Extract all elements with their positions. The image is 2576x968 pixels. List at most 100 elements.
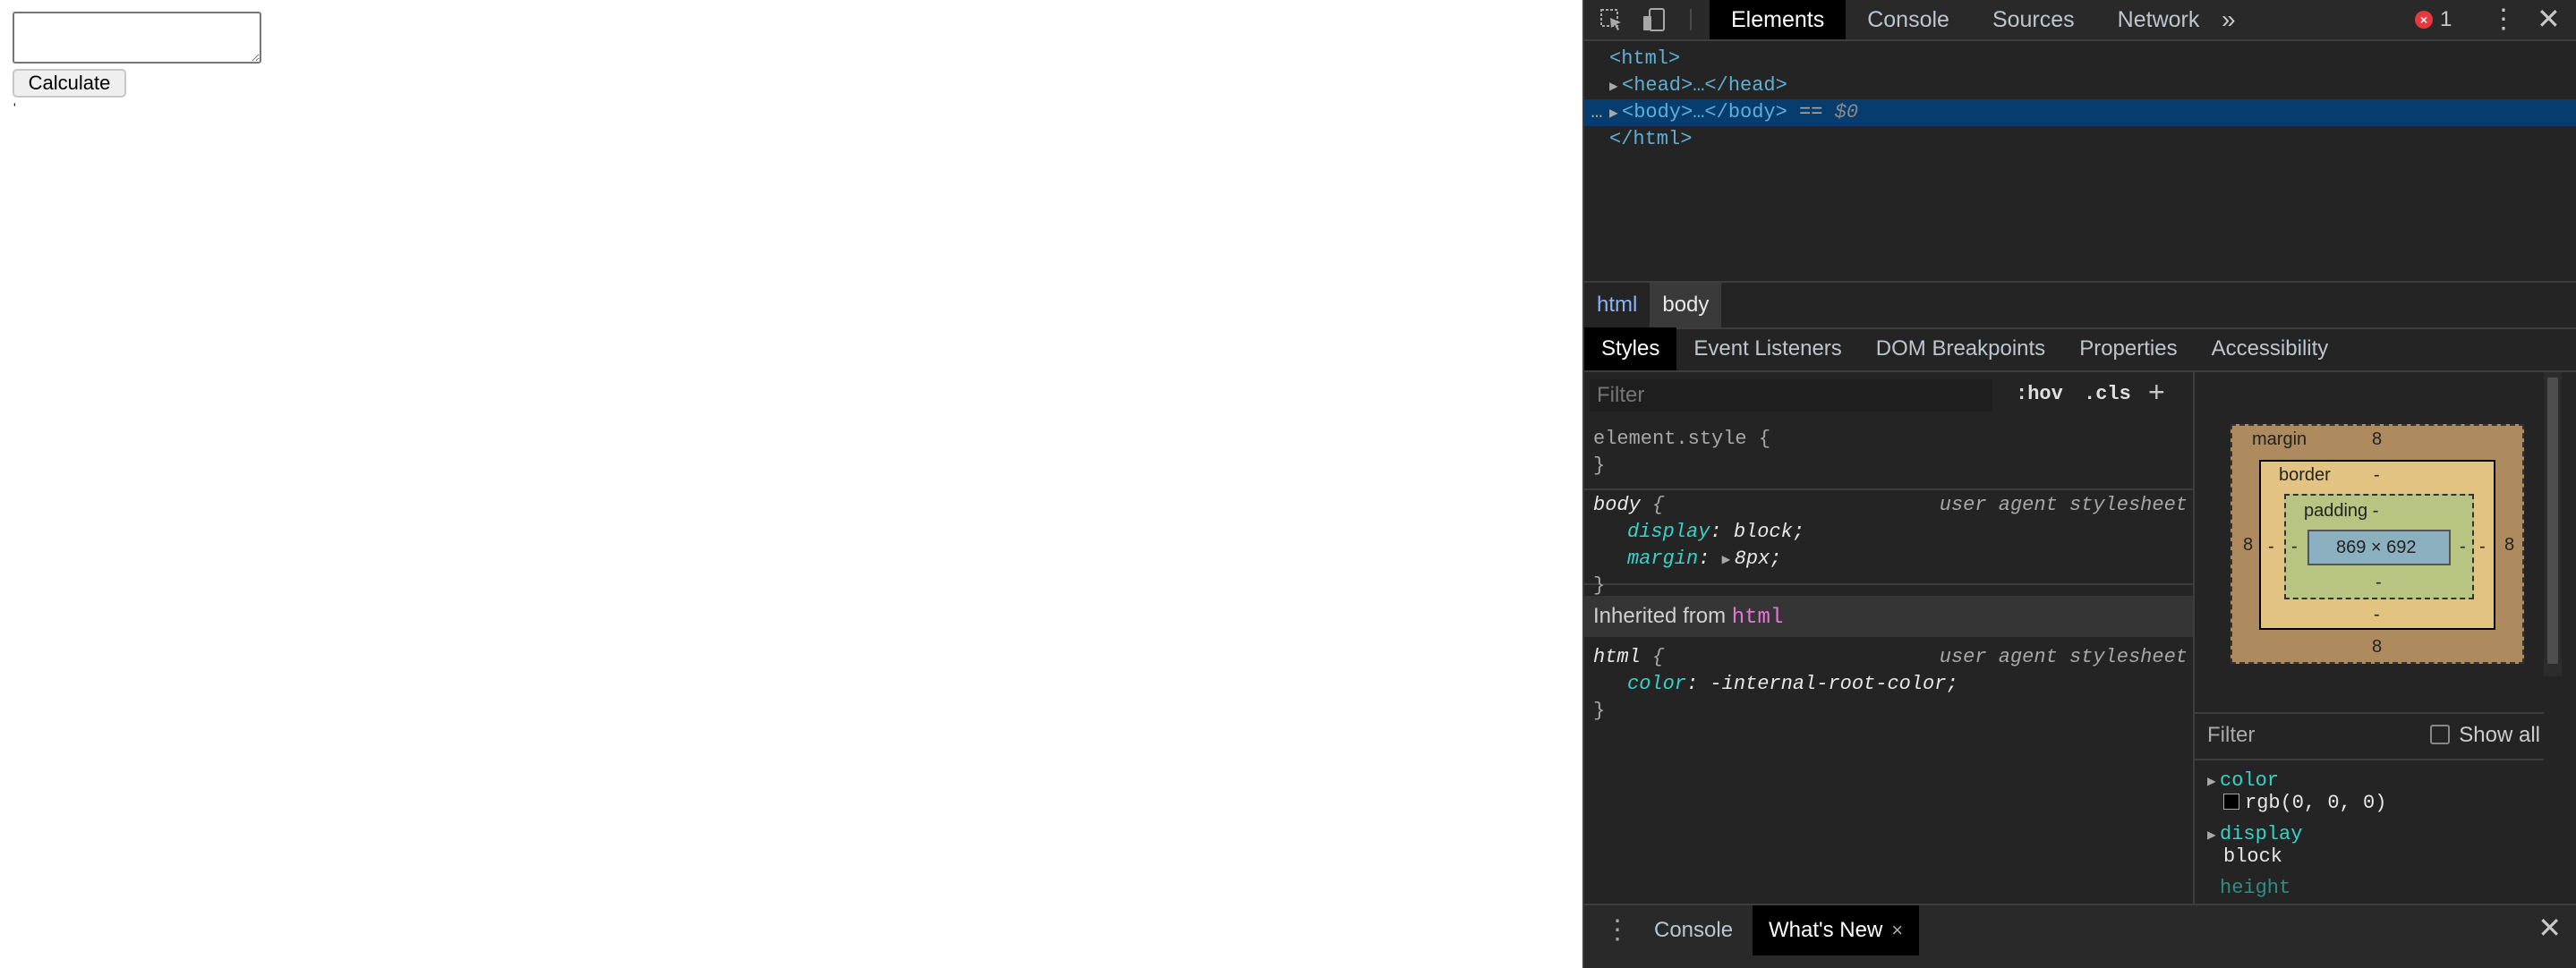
show-all-label: Show all (2459, 723, 2540, 747)
rule-close: } (1593, 454, 1606, 477)
styles-filter-input[interactable] (1590, 379, 1992, 412)
drawer-tab-label: What's New (1769, 918, 1883, 942)
dom-node-html-close[interactable]: </html> (1584, 126, 2576, 153)
error-count[interactable]: 1 (2440, 7, 2452, 32)
rule-selector[interactable]: body (1593, 494, 1641, 516)
inspect-element-icon[interactable] (1599, 7, 1624, 32)
computed-pane: margin 8 8 8 8 border - - - - padding - … (2193, 372, 2562, 904)
checkbox-icon[interactable] (2430, 725, 2451, 744)
computed-filter[interactable]: Filter Show all (2195, 712, 2544, 760)
box-model-content[interactable]: 869 × 692 (2307, 530, 2451, 565)
dom-tree: <html> ▶ <head>…</head> … ▶ <body>…</body> … (1584, 43, 2576, 279)
style-property[interactable]: display: block; (1584, 519, 2193, 546)
calculate-button[interactable]: Calculate (13, 69, 126, 98)
style-property[interactable]: margin: ▶ 8px; (1584, 546, 2193, 573)
input-textarea[interactable] (13, 12, 261, 64)
content-size-value[interactable]: 869 × 692 (2336, 538, 2417, 558)
show-all-checkbox[interactable]: Show all (2430, 723, 2540, 748)
rule-selector[interactable]: html (1593, 646, 1641, 668)
cls-toggle[interactable]: .cls (2084, 383, 2131, 405)
padding-left-value[interactable]: - (2291, 537, 2298, 557)
rule-close: } (1593, 700, 1606, 722)
tab-console[interactable]: Console (1846, 0, 1971, 39)
scrollbar-thumb[interactable] (2547, 378, 2558, 664)
result-output: ' (13, 100, 16, 115)
html-rule: html {user agent stylesheet color: -inte… (1584, 639, 2193, 726)
rule-open: { (1640, 494, 1665, 516)
devtools-toolbar: Elements Console Sources Network » × 1 ⋮… (1584, 0, 2576, 41)
close-tab-icon[interactable]: × (1882, 919, 1903, 941)
elements-subtabs: Styles Event Listeners DOM Breakpoints P… (1584, 327, 2576, 372)
tab-sources[interactable]: Sources (1971, 0, 2096, 39)
style-property[interactable]: color: -internal-root-color; (1584, 671, 2193, 698)
tab-network[interactable]: Network (2096, 0, 2222, 39)
padding-label: padding - (2304, 501, 2379, 521)
computed-property[interactable]: ▶ display block (2207, 823, 2302, 868)
margin-right-value[interactable]: 8 (2504, 535, 2514, 556)
border-left-value[interactable]: - (2268, 537, 2274, 557)
color-swatch[interactable] (2223, 794, 2239, 810)
new-rule-icon[interactable]: + (2148, 376, 2165, 409)
close-devtools-icon[interactable]: ✕ (2537, 2, 2561, 36)
computed-property[interactable]: ▶ color rgb(0, 0, 0) (2207, 769, 2386, 814)
breadcrumb-html[interactable]: html (1584, 283, 1650, 327)
computed-scrollbar[interactable] (2544, 372, 2562, 676)
toolbar-separator (1690, 9, 1692, 30)
expand-arrow-icon[interactable]: ▶ (2207, 772, 2220, 790)
expand-arrow-icon[interactable]: ▶ (2207, 826, 2220, 844)
tab-accessibility[interactable]: Accessibility (2195, 327, 2346, 370)
tab-event-listeners[interactable]: Event Listeners (1676, 327, 1858, 370)
border-right-value[interactable]: - (2479, 537, 2486, 557)
computed-filter-input[interactable]: Filter (2207, 723, 2255, 748)
hov-toggle[interactable]: :hov (2016, 383, 2063, 405)
element-style-rule: element.style { } (1584, 420, 2193, 490)
drawer-menu-icon[interactable]: ⋮ (1604, 914, 1631, 946)
margin-bottom-value[interactable]: 8 (2372, 637, 2382, 658)
more-tabs-icon[interactable]: » (2222, 5, 2236, 34)
padding-bottom-value[interactable]: - (2376, 573, 2382, 593)
dom-tag: <head>…</head> (1622, 74, 1787, 97)
error-icon[interactable]: × (2415, 11, 2433, 29)
dom-equals: == (1787, 101, 1835, 123)
inherited-header: Inherited from html (1584, 596, 2193, 637)
rule-source: user agent stylesheet (1939, 494, 2188, 516)
styles-filter[interactable] (1590, 379, 1992, 412)
dom-node-head[interactable]: ▶ <head>…</head> (1584, 72, 2576, 99)
device-toggle-icon[interactable] (1642, 7, 1667, 32)
expand-arrow-icon[interactable]: ▶ (1722, 547, 1735, 573)
box-model-margin[interactable]: margin 8 8 8 8 border - - - - padding - … (2231, 424, 2524, 664)
dom-selected-var: $0 (1834, 101, 1859, 123)
tab-dom-breakpoints[interactable]: DOM Breakpoints (1859, 327, 2062, 370)
drawer-tab-console[interactable]: Console (1638, 905, 1749, 955)
page-viewport: Calculate ' (0, 0, 1582, 968)
close-drawer-icon[interactable]: ✕ (2538, 911, 2562, 945)
rule-open: { (1640, 646, 1665, 668)
box-model-padding[interactable]: padding - - - - 869 × 692 (2284, 494, 2474, 599)
devtools-panel: Elements Console Sources Network » × 1 ⋮… (1582, 0, 2576, 968)
border-top-value[interactable]: - (2374, 465, 2380, 486)
dom-node-html-open[interactable]: <html> (1584, 46, 2576, 72)
padding-right-value[interactable]: - (2460, 537, 2466, 557)
dom-tag: <body>…</body> (1622, 101, 1787, 123)
inherited-tag-link[interactable]: html (1732, 606, 1784, 630)
rule-selector[interactable]: element.style { (1584, 426, 2193, 453)
customize-menu-icon[interactable]: ⋮ (2490, 4, 2517, 35)
node-ellipsis[interactable]: … (1584, 99, 1609, 126)
expand-arrow-icon[interactable]: ▶ (1609, 100, 1622, 127)
devtools-drawer: ⋮ Console What's New × ✕ (1584, 904, 2576, 968)
computed-property[interactable]: height (2207, 877, 2290, 899)
margin-top-value[interactable]: 8 (2372, 429, 2382, 450)
border-bottom-value[interactable]: - (2374, 605, 2380, 625)
box-model-border[interactable]: border - - - - padding - - - - 869 × 692 (2259, 460, 2495, 630)
expand-arrow-icon[interactable]: ▶ (1609, 73, 1622, 100)
breadcrumb-body[interactable]: body (1650, 283, 1722, 327)
drawer-tab-whats-new[interactable]: What's New × (1753, 905, 1920, 955)
dom-tag: <html> (1609, 47, 1681, 70)
dom-node-body[interactable]: … ▶ <body>…</body> == $0 (1584, 99, 2576, 126)
margin-label: margin (2252, 429, 2307, 449)
tab-styles[interactable]: Styles (1584, 327, 1677, 370)
border-label: border (2279, 465, 2331, 485)
tab-elements[interactable]: Elements (1710, 0, 1847, 39)
tab-properties[interactable]: Properties (2062, 327, 2194, 370)
margin-left-value[interactable]: 8 (2243, 535, 2253, 556)
